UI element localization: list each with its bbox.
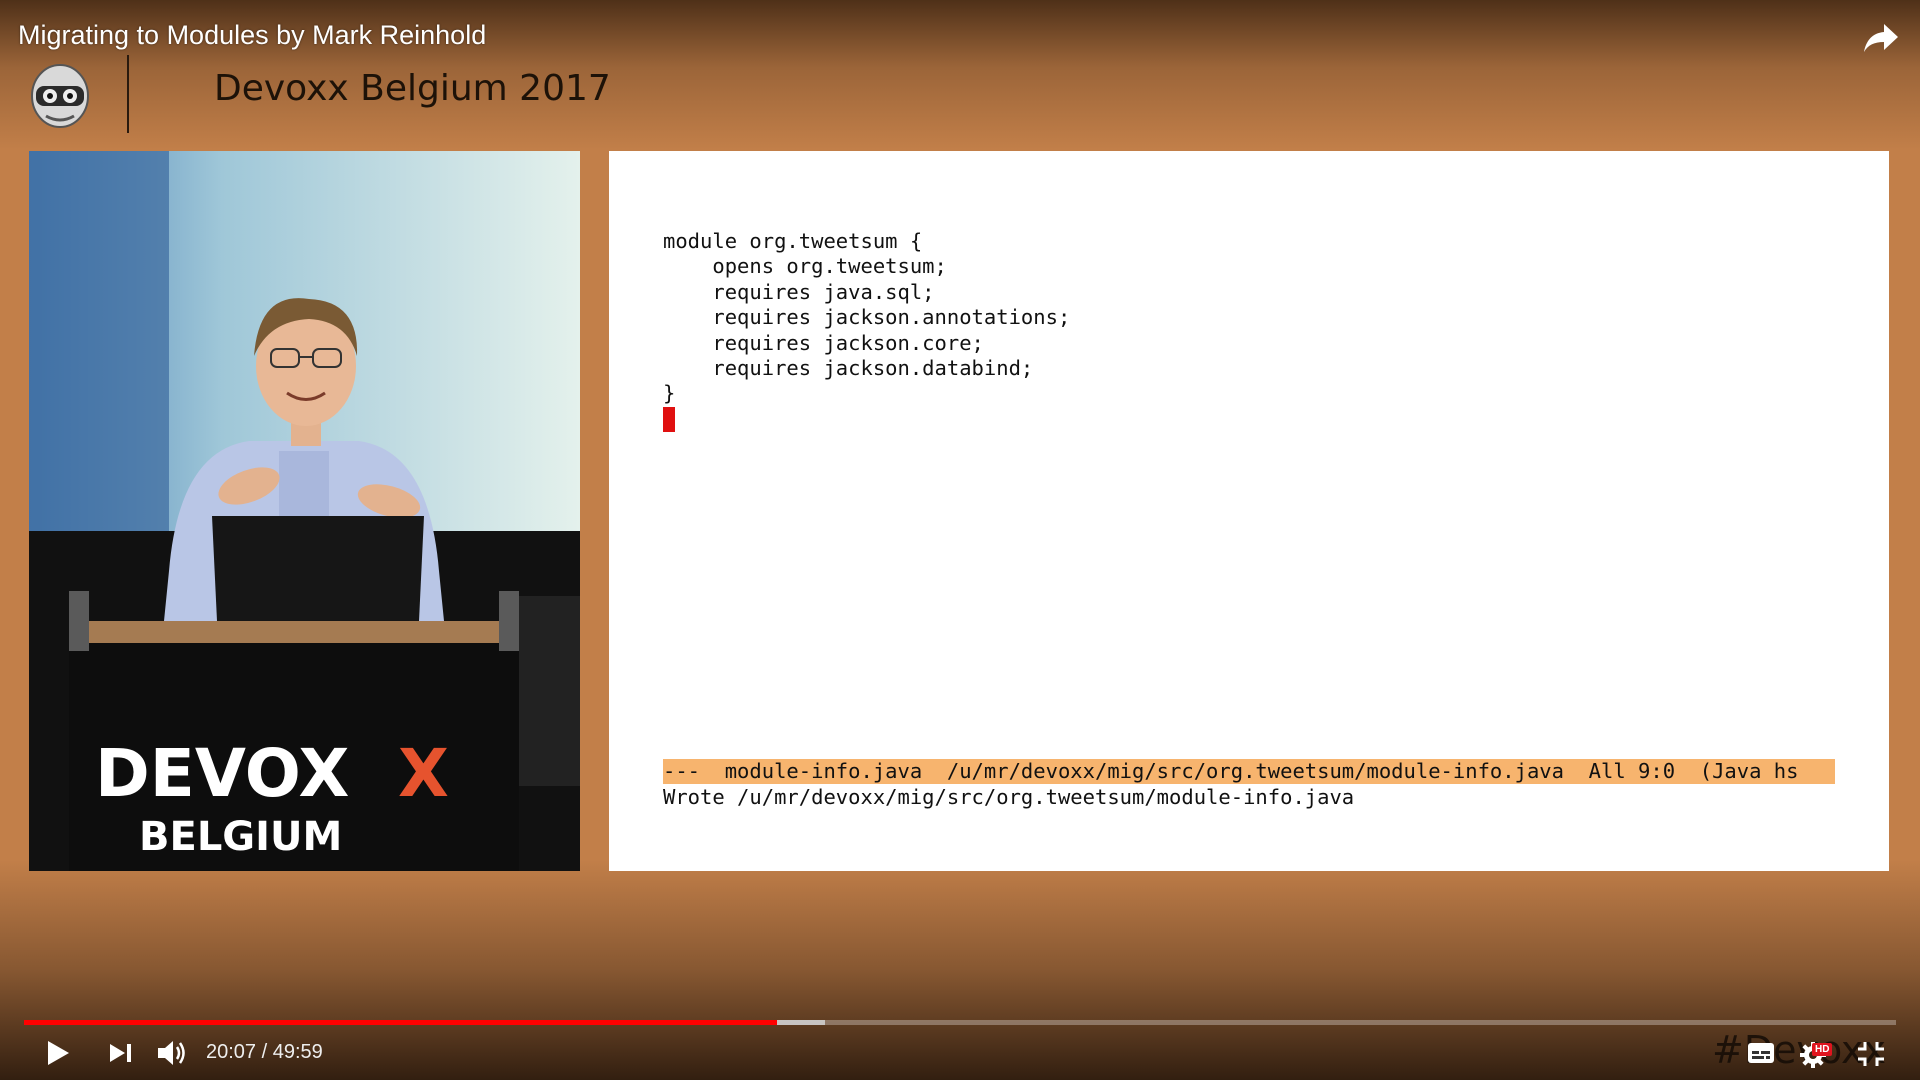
next-icon (110, 1044, 131, 1062)
volume-icon (158, 1041, 185, 1065)
stage-sign-devox: DEVOX (95, 735, 349, 812)
video-title[interactable]: Migrating to Modules by Mark Reinhold (18, 20, 486, 51)
hd-badge: HD (1812, 1043, 1833, 1056)
code-block: module org.tweetsum { opens org.tweetsum… (663, 229, 1071, 406)
conference-title: Devoxx Belgium 2017 (214, 68, 611, 109)
share-icon (1864, 24, 1898, 52)
speaker-video-panel: DEVOX X BELGIUM (29, 151, 580, 871)
exit-fullscreen-button[interactable] (1856, 1040, 1886, 1068)
editor-echo-area: Wrote /u/mr/devoxx/mig/src/org.tweetsum/… (663, 785, 1355, 809)
exit-fullscreen-icon (1858, 1042, 1884, 1066)
subtitles-button[interactable] (1746, 1040, 1776, 1066)
progress-bar[interactable] (24, 1020, 1896, 1025)
next-button[interactable] (108, 1042, 134, 1064)
editor-modeline: --- module-info.java /u/mr/devoxx/mig/sr… (663, 759, 1835, 784)
header-divider (127, 55, 129, 133)
editor-panel: module org.tweetsum { opens org.tweetsum… (609, 151, 1889, 871)
volume-button[interactable] (156, 1039, 190, 1067)
speaker-scene: DEVOX X BELGIUM (29, 151, 580, 871)
stage-sign-x-accent: X (398, 735, 449, 812)
play-button[interactable] (44, 1038, 72, 1068)
subtitles-icon (1748, 1043, 1774, 1063)
play-icon (48, 1041, 69, 1065)
time-display: 20:07 / 49:59 (206, 1041, 323, 1063)
share-button[interactable] (1862, 22, 1900, 54)
devoxx-mascot-logo (31, 64, 89, 128)
editor-cursor (663, 407, 675, 432)
stage-sign-belgium: BELGIUM (139, 814, 342, 860)
progress-played (24, 1020, 777, 1025)
